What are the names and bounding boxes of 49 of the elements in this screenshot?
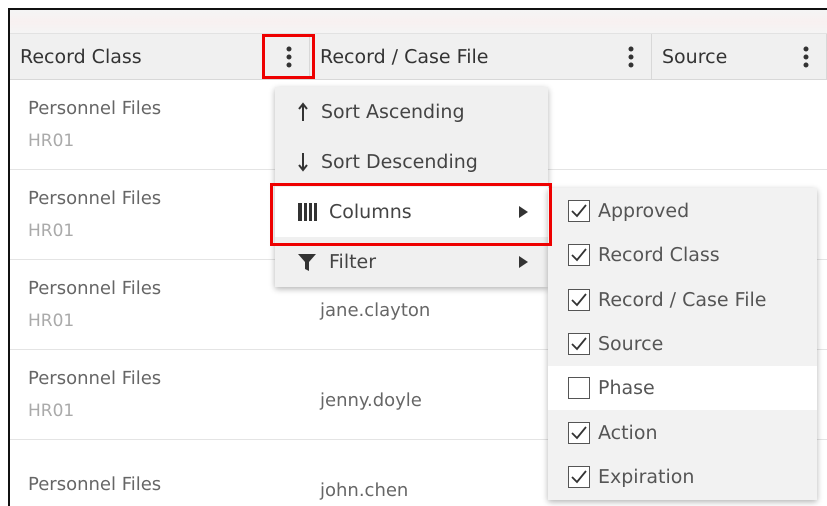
checkmark-icon — [571, 337, 587, 352]
arrow-up-icon — [297, 102, 309, 122]
menu-item[interactable]: Columns — [275, 187, 548, 237]
column-header: Record Class — [19, 46, 142, 68]
column-toggle-item[interactable]: Source — [548, 322, 817, 366]
columns-icon — [297, 202, 317, 222]
filter-icon — [297, 252, 317, 272]
checkmark-icon — [571, 204, 587, 218]
menu-item[interactable]: Sort Descending — [275, 137, 548, 187]
table-cell: Personnel Files — [28, 474, 162, 495]
checkbox[interactable] — [568, 288, 590, 311]
submenu-arrow-icon — [519, 206, 528, 218]
submenu-arrow-icon — [519, 256, 528, 268]
column-toggle-item[interactable]: Action — [548, 410, 817, 455]
column-header: Record / Case File — [319, 46, 488, 68]
arrow-down-icon — [297, 152, 309, 172]
table-cell: jane.clayton — [320, 300, 430, 321]
checkmark-icon — [571, 292, 587, 307]
table-cell: jenny.doyle — [320, 390, 422, 411]
table-cell: Personnel Files — [28, 188, 162, 209]
kebab-icon — [628, 46, 634, 68]
column-toggle-item[interactable]: Record / Case File — [548, 278, 817, 322]
checkbox[interactable] — [568, 200, 590, 222]
column-toggle-item[interactable]: Phase — [548, 366, 817, 410]
checkbox[interactable] — [568, 466, 590, 488]
table-cell: Personnel Files — [28, 278, 162, 299]
column-menu-button[interactable] — [262, 34, 315, 79]
table-cell: HR01 — [28, 311, 74, 331]
table-cell: HR01 — [28, 401, 74, 421]
column-header: Source — [661, 46, 728, 68]
table-cell: Personnel Files — [28, 368, 162, 389]
menu-item[interactable]: Sort Ascending — [275, 87, 548, 137]
column-toggle-item[interactable]: Approved — [548, 189, 817, 234]
column-toggle-item[interactable]: Expiration — [548, 454, 817, 500]
kebab-icon — [286, 46, 292, 68]
checkmark-icon — [571, 470, 587, 484]
checkbox[interactable] — [568, 377, 590, 400]
checkbox[interactable] — [568, 333, 590, 356]
table-cell: john.chen — [320, 480, 408, 501]
checkmark-icon — [571, 248, 587, 262]
checkbox[interactable] — [568, 422, 590, 444]
checkmark-icon — [571, 426, 587, 440]
kebab-icon — [803, 46, 809, 68]
table-cell: HR01 — [28, 221, 74, 241]
checkbox[interactable] — [568, 244, 590, 266]
column-toggle-item[interactable]: Record Class — [548, 233, 817, 278]
table-cell: HR01 — [28, 131, 74, 151]
menu-item[interactable]: Filter — [275, 237, 548, 287]
table-cell: Personnel Files — [28, 98, 162, 119]
